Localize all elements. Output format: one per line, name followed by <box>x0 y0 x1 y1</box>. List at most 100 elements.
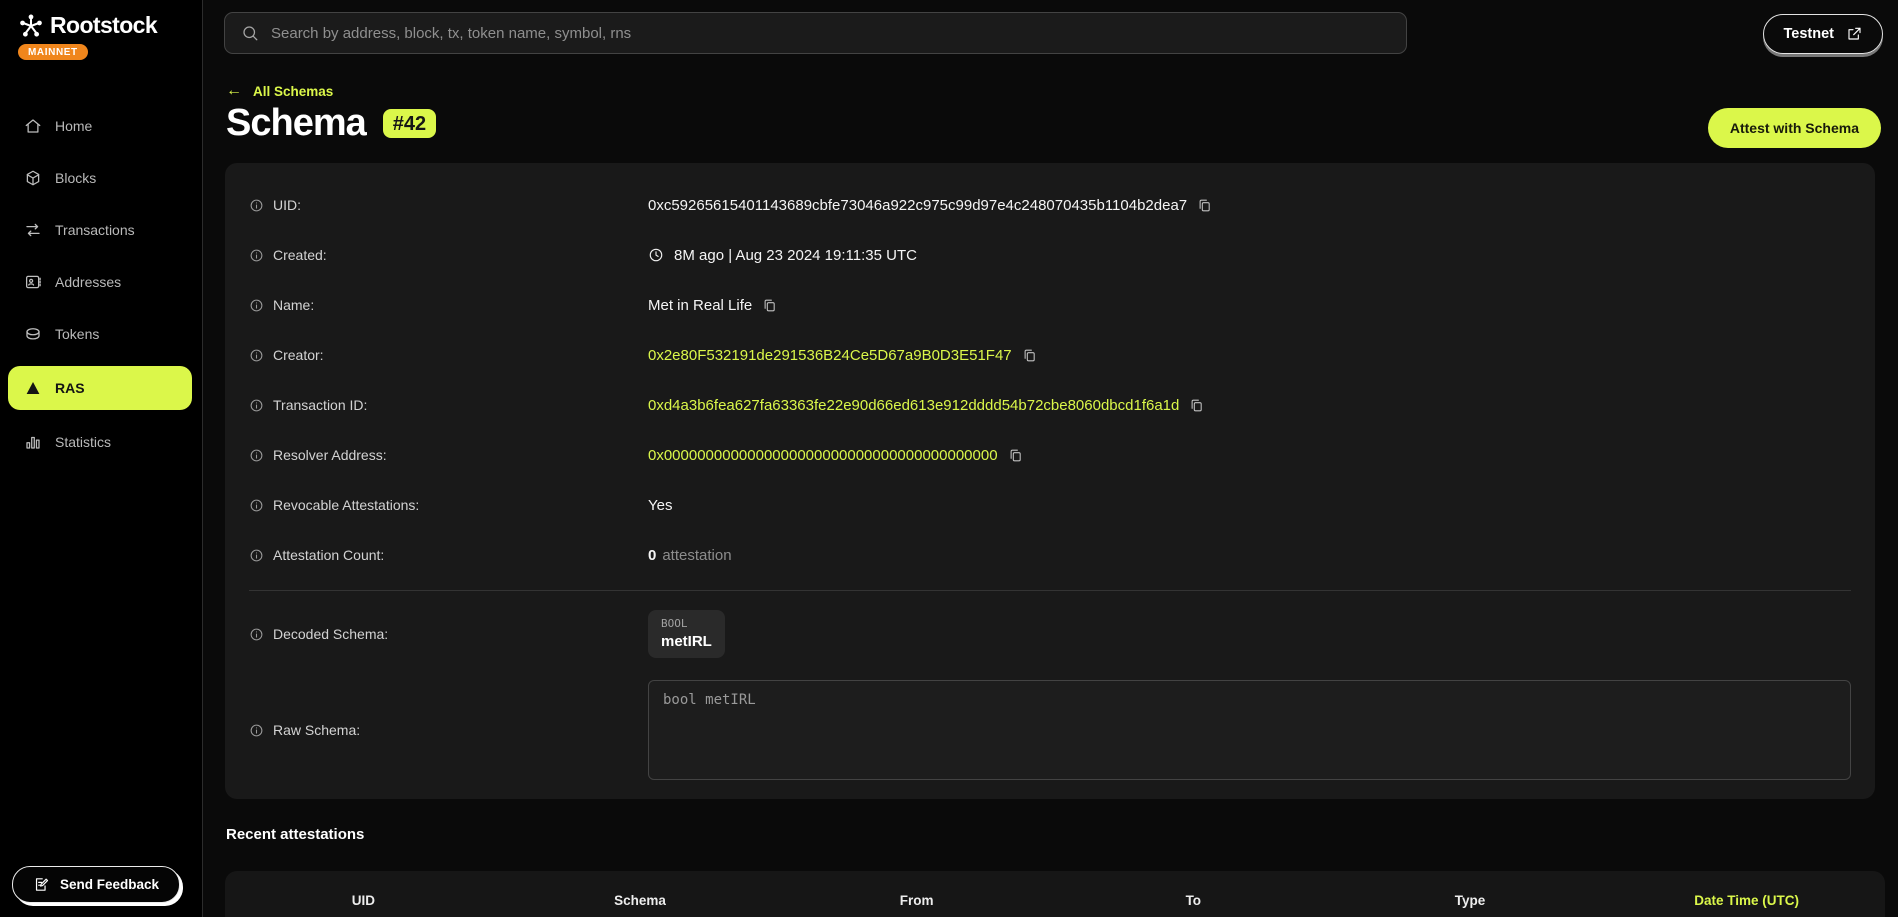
copy-icon[interactable] <box>1022 348 1037 363</box>
transactions-icon <box>24 221 42 239</box>
send-feedback-label: Send Feedback <box>60 877 159 892</box>
info-icon[interactable] <box>249 248 264 263</box>
column-header-from[interactable]: From <box>778 893 1055 908</box>
revocable-value: Yes <box>648 497 672 514</box>
sidebar-item-label: RAS <box>55 380 85 396</box>
decoded-schema-chip: BOOL metIRL <box>648 610 725 658</box>
detail-label: Attestation Count: <box>273 547 384 563</box>
statistics-icon <box>24 433 42 451</box>
attestations-table: UID Schema From To Type Date Time (UTC) <box>225 871 1885 917</box>
created-value: 8M ago | Aug 23 2024 19:11:35 UTC <box>674 247 917 264</box>
detail-label: Decoded Schema: <box>273 626 388 642</box>
addresses-icon <box>24 273 42 291</box>
info-icon[interactable] <box>249 627 264 642</box>
back-link-label: All Schemas <box>253 84 333 99</box>
sidebar-item-label: Blocks <box>55 170 96 186</box>
main-content: Testnet ← All Schemas Schema #42 Attest … <box>204 0 1898 917</box>
back-link-all-schemas[interactable]: ← All Schemas <box>226 83 333 99</box>
detail-row-transaction-id: Transaction ID: 0xd4a3b6fea627fa63363fe2… <box>249 380 1851 430</box>
detail-row-attestation-count: Attestation Count: 0 attestation <box>249 530 1851 580</box>
sidebar-item-label: Addresses <box>55 274 121 290</box>
sidebar-item-home[interactable]: Home <box>0 106 202 146</box>
sidebar-item-label: Home <box>55 118 92 134</box>
info-icon[interactable] <box>249 348 264 363</box>
schema-details-panel: UID: 0xc59265615401143689cbfe73046a922c9… <box>225 163 1875 799</box>
search-icon <box>241 24 259 42</box>
memo-icon <box>33 876 50 893</box>
detail-label: Revocable Attestations: <box>273 497 419 513</box>
transaction-id-link[interactable]: 0xd4a3b6fea627fa63363fe22e90d66ed613e912… <box>648 397 1179 414</box>
sidebar-item-statistics[interactable]: Statistics <box>0 422 202 462</box>
arrow-left-icon: ← <box>226 83 242 99</box>
column-header-type[interactable]: Type <box>1332 893 1609 908</box>
column-header-datetime[interactable]: Date Time (UTC) <box>1608 893 1885 908</box>
search-bar <box>224 12 1407 54</box>
detail-label: Name: <box>273 297 314 313</box>
attestation-count-suffix: attestation <box>662 547 731 564</box>
clock-icon <box>648 247 664 263</box>
creator-address-link[interactable]: 0x2e80F532191de291536B24Ce5D67a9B0D3E51F… <box>648 347 1012 364</box>
copy-icon[interactable] <box>1197 198 1212 213</box>
copy-icon[interactable] <box>1189 398 1204 413</box>
info-icon[interactable] <box>249 723 264 738</box>
detail-label: Resolver Address: <box>273 447 387 463</box>
info-icon[interactable] <box>249 198 264 213</box>
home-icon <box>24 117 42 135</box>
detail-row-raw-schema: Raw Schema: bool metIRL <box>249 671 1851 789</box>
attestation-count-value: 0 <box>648 547 656 564</box>
recent-attestations-heading: Recent attestations <box>226 826 364 843</box>
name-value: Met in Real Life <box>648 297 752 314</box>
copy-icon[interactable] <box>1008 448 1023 463</box>
attest-with-schema-button[interactable]: Attest with Schema <box>1708 108 1881 148</box>
resolver-address-link[interactable]: 0x00000000000000000000000000000000000000… <box>648 447 998 464</box>
rootstock-logo-icon <box>18 13 44 39</box>
sidebar-item-label: Transactions <box>55 222 135 238</box>
detail-label: Transaction ID: <box>273 397 367 413</box>
detail-row-created: Created: 8M ago | Aug 23 2024 19:11:35 U… <box>249 230 1851 280</box>
divider <box>249 590 1851 591</box>
detail-label: Created: <box>273 247 327 263</box>
brand-name: Rootstock <box>50 12 157 39</box>
ras-icon <box>24 379 42 397</box>
testnet-label: Testnet <box>1784 26 1835 42</box>
sidebar-item-blocks[interactable]: Blocks <box>0 158 202 198</box>
column-header-uid[interactable]: UID <box>225 893 502 908</box>
external-link-icon <box>1846 26 1862 42</box>
detail-row-revocable: Revocable Attestations: Yes <box>249 480 1851 530</box>
info-icon[interactable] <box>249 498 264 513</box>
copy-icon[interactable] <box>762 298 777 313</box>
decoded-schema-name: metIRL <box>661 633 712 650</box>
page-title: Schema <box>226 102 366 145</box>
detail-row-decoded-schema: Decoded Schema: BOOL metIRL <box>249 597 1851 671</box>
detail-label: UID: <box>273 197 301 213</box>
info-icon[interactable] <box>249 398 264 413</box>
blocks-icon <box>24 169 42 187</box>
send-feedback-button[interactable]: Send Feedback <box>12 866 180 903</box>
title-row: Schema #42 <box>226 102 436 145</box>
sidebar-nav: Home Blocks Transactions Addresses Token… <box>0 106 202 474</box>
sidebar-item-ras[interactable]: RAS <box>8 366 192 410</box>
info-icon[interactable] <box>249 548 264 563</box>
tokens-icon <box>24 325 42 343</box>
column-header-to[interactable]: To <box>1055 893 1332 908</box>
uid-value: 0xc59265615401143689cbfe73046a922c975c99… <box>648 197 1187 214</box>
sidebar-item-label: Tokens <box>55 326 99 342</box>
sidebar-item-tokens[interactable]: Tokens <box>0 314 202 354</box>
rootstock-logo[interactable]: Rootstock <box>18 12 186 39</box>
info-icon[interactable] <box>249 298 264 313</box>
testnet-button[interactable]: Testnet <box>1763 14 1884 54</box>
detail-row-uid: UID: 0xc59265615401143689cbfe73046a922c9… <box>249 180 1851 230</box>
info-icon[interactable] <box>249 448 264 463</box>
network-badge: MAINNET <box>18 44 88 60</box>
raw-schema-textarea[interactable]: bool metIRL <box>648 680 1851 780</box>
decoded-schema-type: BOOL <box>661 617 712 630</box>
detail-row-resolver-address: Resolver Address: 0x00000000000000000000… <box>249 430 1851 480</box>
column-header-schema[interactable]: Schema <box>502 893 779 908</box>
logo-block: Rootstock MAINNET <box>0 0 202 60</box>
sidebar: Rootstock MAINNET Home Blocks Transactio… <box>0 0 203 917</box>
schema-id-badge: #42 <box>383 109 436 138</box>
sidebar-item-addresses[interactable]: Addresses <box>0 262 202 302</box>
search-input[interactable] <box>271 25 1390 42</box>
attestations-table-header: UID Schema From To Type Date Time (UTC) <box>225 871 1885 908</box>
sidebar-item-transactions[interactable]: Transactions <box>0 210 202 250</box>
